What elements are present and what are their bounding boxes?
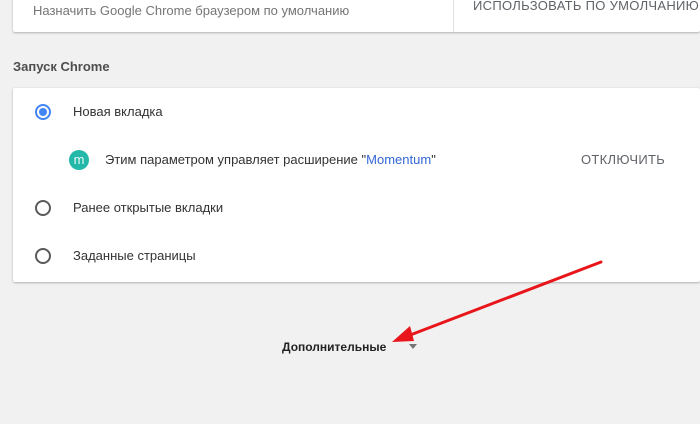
annotation-arrow-shaft — [403, 260, 603, 339]
annotation-arrow-head — [392, 326, 414, 342]
annotation-arrow-icon — [392, 260, 603, 342]
